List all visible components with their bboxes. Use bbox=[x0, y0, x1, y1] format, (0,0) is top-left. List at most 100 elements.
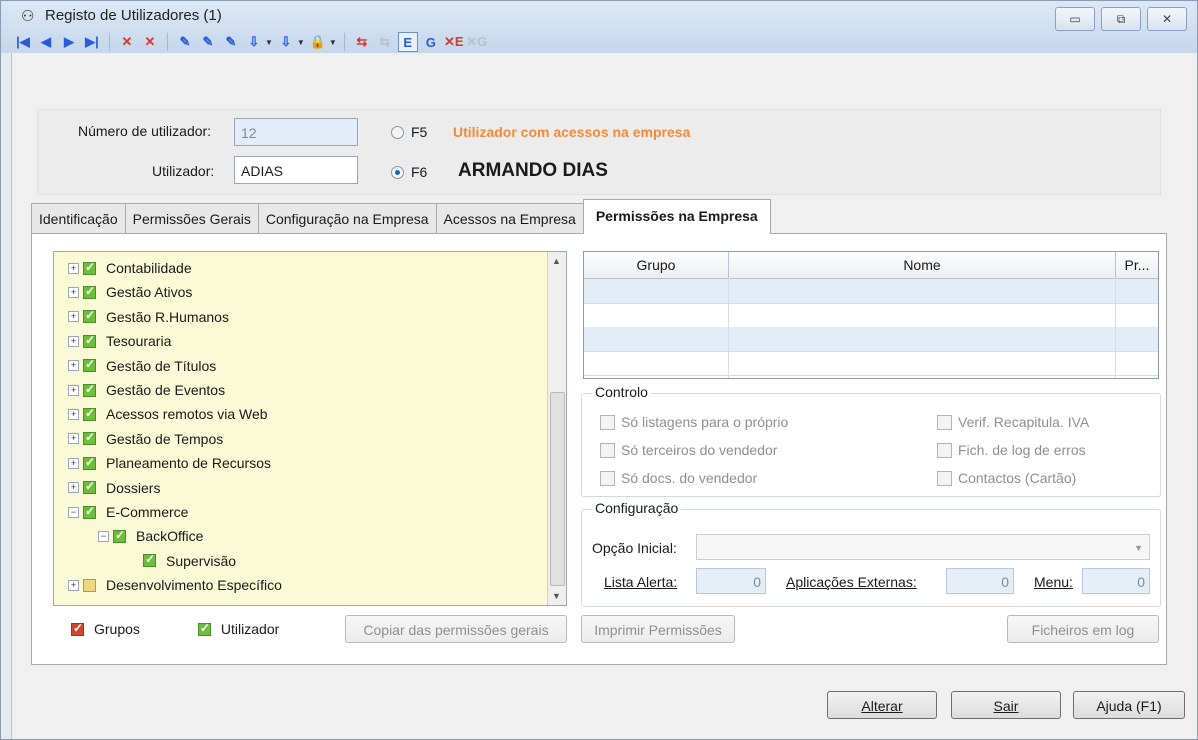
tree-item[interactable]: + Contabilidade bbox=[68, 257, 192, 279]
close-button[interactable]: ✕ bbox=[1147, 7, 1187, 31]
ajuda-button[interactable]: Ajuda (F1) bbox=[1073, 691, 1185, 719]
tree-checkbox[interactable] bbox=[113, 528, 126, 543]
left-border bbox=[1, 53, 12, 739]
tree-item[interactable]: + Desenvolvimento Específico bbox=[68, 574, 282, 596]
groups-grid[interactable]: Grupo Nome Pr... bbox=[583, 251, 1159, 379]
alert-list-label[interactable]: Lista Alerta: bbox=[604, 574, 677, 590]
tree-checkbox[interactable] bbox=[83, 455, 96, 470]
tree-checkbox[interactable] bbox=[83, 578, 96, 592]
import-icon[interactable]: ⇩ bbox=[244, 32, 264, 52]
menu-label[interactable]: Menu: bbox=[1034, 574, 1073, 590]
expand-icon[interactable]: + bbox=[68, 433, 79, 445]
tree-item[interactable]: + Dossiers bbox=[68, 477, 160, 499]
permissions-tree[interactable]: + Contabilidade + Gestão Ativos + Gestão R.Hu… bbox=[53, 251, 567, 606]
tree-checkbox[interactable] bbox=[83, 504, 96, 519]
table-row[interactable] bbox=[584, 303, 1158, 328]
tree-item[interactable]: − E-Commerce bbox=[68, 501, 188, 523]
tree-item[interactable]: + Gestão R.Humanos bbox=[68, 306, 229, 328]
tree-item[interactable]: + Acessos remotos via Web bbox=[68, 403, 268, 425]
company-e-icon[interactable]: E bbox=[397, 32, 418, 52]
external-apps-label[interactable]: Aplicações Externas: bbox=[786, 574, 917, 590]
chevron-down-icon[interactable]: ▼ bbox=[265, 38, 273, 47]
tree-item-label: Desenvolvimento Específico bbox=[106, 577, 282, 594]
user-code-label: Utilizador: bbox=[152, 163, 215, 179]
tree-item[interactable]: + Gestão de Eventos bbox=[68, 379, 225, 401]
tree-checkbox[interactable] bbox=[83, 260, 96, 275]
tab-identificacao[interactable]: Identificação bbox=[31, 203, 126, 234]
delete-user-icon[interactable]: ✕ bbox=[140, 32, 160, 52]
log-files-button[interactable]: Ficheiros em log bbox=[1007, 615, 1159, 643]
scroll-thumb[interactable] bbox=[550, 392, 565, 586]
previous-record-icon[interactable]: ◀ bbox=[36, 32, 56, 52]
next-record-icon[interactable]: ▶ bbox=[59, 32, 79, 52]
tree-checkbox[interactable] bbox=[83, 430, 96, 446]
f5-radio[interactable] bbox=[391, 126, 404, 139]
remove-group-icon: ✕G bbox=[466, 34, 488, 49]
expand-icon[interactable]: + bbox=[68, 408, 79, 420]
maximize-button[interactable]: ⧉ bbox=[1101, 7, 1141, 31]
group-g-icon[interactable]: G bbox=[421, 32, 441, 52]
tree-checkbox[interactable] bbox=[83, 308, 96, 324]
edit-user-icon[interactable]: ✎ bbox=[175, 32, 195, 52]
expand-icon[interactable]: + bbox=[68, 384, 79, 396]
tree-checkbox[interactable] bbox=[83, 382, 96, 397]
expand-icon[interactable]: + bbox=[68, 457, 79, 469]
copy-permissions-button[interactable]: Copiar das permissões gerais bbox=[345, 615, 567, 643]
tree-checkbox[interactable] bbox=[83, 284, 96, 299]
tree-item[interactable]: + Gestão de Títulos bbox=[68, 355, 216, 377]
edit-permissions-icon[interactable]: ✎ bbox=[198, 32, 218, 52]
main-window: ⚇ Registo de Utilizadores (1) ▭ ⧉ ✕ |◀ ◀… bbox=[0, 0, 1198, 740]
delete-icon[interactable]: ✕ bbox=[117, 32, 137, 52]
expand-icon[interactable]: + bbox=[68, 482, 79, 494]
tree-item[interactable]: Supervisão bbox=[128, 550, 236, 572]
first-record-icon[interactable]: |◀ bbox=[13, 32, 33, 52]
last-record-icon[interactable]: ▶| bbox=[82, 32, 102, 52]
expand-icon[interactable]: + bbox=[68, 286, 79, 298]
tree-scrollbar[interactable]: ▲ ▼ bbox=[547, 252, 566, 605]
transfer-icon[interactable]: ⇆ bbox=[352, 32, 372, 52]
expand-icon[interactable]: + bbox=[68, 311, 79, 323]
tab-configuracao-empresa[interactable]: Configuração na Empresa bbox=[257, 203, 437, 234]
collapse-icon[interactable]: − bbox=[98, 530, 109, 542]
tab-permissoes-gerais[interactable]: Permissões Gerais bbox=[124, 203, 259, 234]
tree-checkbox[interactable] bbox=[83, 333, 96, 348]
table-row[interactable] bbox=[584, 351, 1158, 376]
edit-groups-icon[interactable]: ✎ bbox=[221, 32, 241, 52]
user-code-field[interactable]: ADIAS bbox=[234, 156, 358, 184]
minimize-button[interactable]: ▭ bbox=[1055, 7, 1095, 31]
chevron-down-icon[interactable]: ▼ bbox=[297, 38, 305, 47]
expand-icon[interactable]: + bbox=[68, 335, 79, 347]
tree-item-label: Tesouraria bbox=[106, 333, 172, 350]
chevron-down-icon[interactable]: ▼ bbox=[329, 38, 337, 47]
f6-radio[interactable] bbox=[391, 166, 404, 179]
lock-icon[interactable]: 🔒 bbox=[308, 32, 328, 52]
tree-checkbox[interactable] bbox=[143, 552, 156, 568]
tree-checkbox[interactable] bbox=[83, 357, 96, 373]
remove-company-icon[interactable]: ✕E bbox=[444, 32, 464, 52]
alterar-button[interactable]: Alterar bbox=[827, 691, 937, 719]
expand-icon[interactable]: + bbox=[68, 262, 79, 274]
table-row[interactable] bbox=[584, 279, 1158, 304]
scroll-up-icon[interactable]: ▲ bbox=[552, 256, 561, 266]
sair-button[interactable]: Sair bbox=[951, 691, 1061, 719]
grid-column-line bbox=[1115, 278, 1116, 378]
grid-header-pr[interactable]: Pr... bbox=[1116, 252, 1158, 279]
tree-item[interactable]: + Gestão de Tempos bbox=[68, 428, 223, 450]
tree-checkbox[interactable] bbox=[83, 479, 96, 495]
print-permissions-button[interactable]: Imprimir Permissões bbox=[581, 615, 735, 643]
tab-permissoes-empresa[interactable]: Permissões na Empresa bbox=[582, 199, 771, 234]
tree-item[interactable]: + Tesouraria bbox=[68, 330, 171, 352]
tree-item[interactable]: + Gestão Ativos bbox=[68, 281, 192, 303]
expand-icon[interactable]: + bbox=[68, 579, 79, 591]
tree-item[interactable]: − BackOffice bbox=[98, 525, 203, 547]
tree-item[interactable]: + Planeamento de Recursos bbox=[68, 452, 271, 474]
tab-acessos-empresa[interactable]: Acessos na Empresa bbox=[435, 203, 584, 234]
tree-checkbox[interactable] bbox=[83, 406, 96, 421]
grid-header-nome[interactable]: Nome bbox=[729, 252, 1116, 279]
table-row[interactable] bbox=[584, 327, 1158, 352]
export-icon[interactable]: ⇩ bbox=[276, 32, 296, 52]
scroll-down-icon[interactable]: ▼ bbox=[552, 591, 561, 601]
grid-header-grupo[interactable]: Grupo bbox=[584, 252, 729, 279]
expand-icon[interactable]: + bbox=[68, 360, 79, 372]
collapse-icon[interactable]: − bbox=[68, 506, 79, 518]
